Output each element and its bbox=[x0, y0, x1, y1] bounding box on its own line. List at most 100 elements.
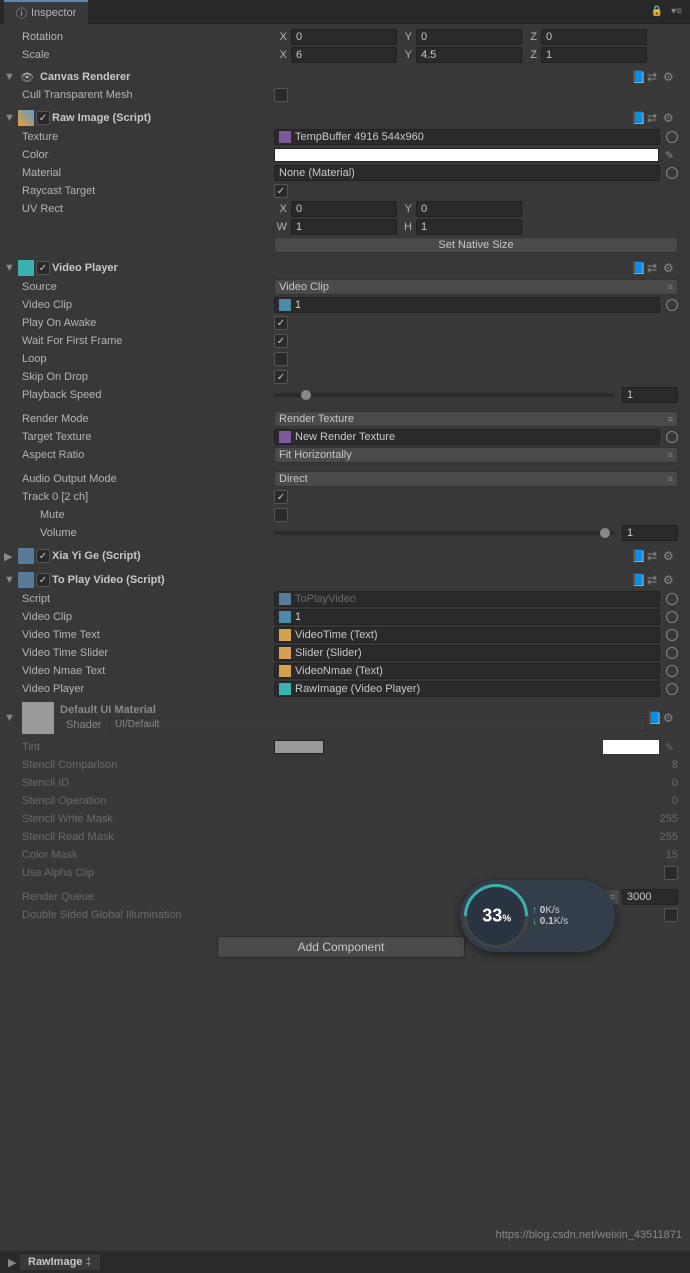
tab-menu-icon[interactable]: ▾≡ bbox=[667, 6, 686, 17]
wait-first-checkbox[interactable] bbox=[274, 334, 288, 348]
timetext-label: Video Time Text bbox=[4, 629, 274, 641]
volume-value[interactable] bbox=[622, 525, 678, 541]
aspect-dropdown[interactable]: Fit Horizontally bbox=[274, 447, 678, 463]
foldout-material[interactable]: ▼ bbox=[4, 712, 16, 724]
skip-checkbox[interactable] bbox=[274, 370, 288, 384]
source-label: Source bbox=[4, 281, 274, 293]
help-icon[interactable]: 📘 bbox=[630, 549, 646, 563]
rendermode-dropdown[interactable]: Render Texture bbox=[274, 411, 678, 427]
help-icon[interactable]: 📘 bbox=[630, 573, 646, 587]
scale-x[interactable] bbox=[291, 47, 397, 63]
gear-icon[interactable]: ⚙ bbox=[662, 261, 678, 275]
object-picker-icon[interactable] bbox=[666, 665, 678, 677]
foldout-raw-image[interactable]: ▼ bbox=[4, 112, 16, 124]
object-picker-icon[interactable] bbox=[666, 647, 678, 659]
foldout-canvas-renderer[interactable]: ▼ bbox=[4, 71, 16, 83]
script-file-icon bbox=[279, 593, 291, 605]
track-checkbox[interactable] bbox=[274, 490, 288, 504]
rotation-z[interactable] bbox=[541, 29, 647, 45]
preset-icon[interactable]: ⇄ bbox=[646, 111, 662, 125]
object-picker-icon[interactable] bbox=[666, 629, 678, 641]
readmask-label: Stencil Read Mask bbox=[4, 831, 274, 843]
cull-checkbox[interactable] bbox=[274, 88, 288, 102]
add-component-button[interactable]: Add Component bbox=[217, 936, 466, 958]
help-icon[interactable]: 📘 bbox=[646, 711, 662, 725]
timetext-field[interactable]: VideoTime (Text) bbox=[274, 627, 660, 643]
gear-icon[interactable]: ⚙ bbox=[662, 549, 678, 563]
slider-field[interactable]: Slider (Slider) bbox=[274, 645, 660, 661]
alphaclip-checkbox bbox=[664, 866, 678, 880]
lock-icon[interactable]: 🔒 bbox=[647, 6, 667, 17]
rotation-y[interactable] bbox=[416, 29, 522, 45]
audiomode-dropdown[interactable]: Direct bbox=[274, 471, 678, 487]
uvrect-x[interactable] bbox=[291, 201, 397, 217]
object-picker-icon[interactable] bbox=[666, 299, 678, 311]
object-picker-icon[interactable] bbox=[666, 593, 678, 605]
color-field[interactable] bbox=[274, 148, 659, 162]
toplay-title: To Play Video (Script) bbox=[50, 574, 165, 586]
toplay-enable[interactable] bbox=[36, 573, 50, 587]
speed-value[interactable] bbox=[622, 387, 678, 403]
preset-icon[interactable]: ⇄ bbox=[646, 573, 662, 587]
foldout-toplay[interactable]: ▼ bbox=[4, 574, 16, 586]
preset-icon[interactable]: ⇄ bbox=[646, 261, 662, 275]
gear-icon[interactable]: ⚙ bbox=[662, 573, 678, 587]
doublesided-checkbox bbox=[664, 908, 678, 922]
gear-icon[interactable]: ⚙ bbox=[662, 111, 678, 125]
help-icon[interactable]: 📘 bbox=[630, 261, 646, 275]
object-picker-icon[interactable] bbox=[666, 167, 678, 179]
stencilop-value: 0 bbox=[672, 795, 678, 807]
source-dropdown[interactable]: Video Clip bbox=[274, 279, 678, 295]
mute-checkbox[interactable] bbox=[274, 508, 288, 522]
scale-z[interactable] bbox=[541, 47, 647, 63]
shader-dropdown[interactable]: UI/Default bbox=[110, 718, 646, 732]
gear-icon[interactable]: ⚙ bbox=[662, 711, 678, 725]
foldout-preview[interactable]: ▶ bbox=[8, 1256, 20, 1269]
writemask-label: Stencil Write Mask bbox=[4, 813, 274, 825]
uvrect-y[interactable] bbox=[416, 201, 522, 217]
object-picker-icon[interactable] bbox=[666, 611, 678, 623]
foldout-xia[interactable]: ▶ bbox=[4, 550, 16, 563]
gear-icon[interactable]: ⚙ bbox=[662, 70, 678, 84]
renderq-value bbox=[622, 889, 678, 905]
play-awake-label: Play On Awake bbox=[4, 317, 274, 329]
eyedropper-icon[interactable]: ✎ bbox=[661, 149, 678, 162]
foldout-video-player[interactable]: ▼ bbox=[4, 262, 16, 274]
preset-icon[interactable]: ⇄ bbox=[646, 70, 662, 84]
raw-image-enable[interactable] bbox=[36, 111, 50, 125]
stencilid-value: 0 bbox=[672, 777, 678, 789]
player-field[interactable]: RawImage (Video Player) bbox=[274, 681, 660, 697]
raycast-checkbox[interactable] bbox=[274, 184, 288, 198]
tab-title: Inspector bbox=[31, 7, 76, 19]
volume-slider[interactable] bbox=[274, 531, 614, 535]
video-player-enable[interactable] bbox=[36, 261, 50, 275]
speed-slider[interactable] bbox=[274, 393, 614, 397]
tint-label: Tint bbox=[4, 741, 274, 753]
scale-y[interactable] bbox=[416, 47, 522, 63]
xia-enable[interactable] bbox=[36, 549, 50, 563]
help-icon[interactable]: 📘 bbox=[630, 70, 646, 84]
inspector-tab[interactable]: ⓘ Inspector bbox=[4, 0, 88, 24]
help-icon[interactable]: 📘 bbox=[630, 111, 646, 125]
preview-tab[interactable]: RawImage bbox=[20, 1254, 100, 1270]
preset-icon[interactable]: ⇄ bbox=[646, 549, 662, 563]
texture-field[interactable]: TempBuffer 4916 544x960 bbox=[274, 129, 660, 145]
uvrect-w[interactable] bbox=[291, 219, 397, 235]
loop-checkbox[interactable] bbox=[274, 352, 288, 366]
rotation-x[interactable] bbox=[291, 29, 397, 45]
uvrect-h[interactable] bbox=[416, 219, 522, 235]
renderq-label: Render Queue bbox=[4, 891, 274, 903]
nametext-field[interactable]: VideoNmae (Text) bbox=[274, 663, 660, 679]
set-native-size-button[interactable]: Set Native Size bbox=[274, 237, 678, 253]
videoclip-field[interactable]: 1 bbox=[274, 297, 660, 313]
object-picker-icon[interactable] bbox=[666, 431, 678, 443]
targettex-field[interactable]: New Render Texture bbox=[274, 429, 660, 445]
stencilid-label: Stencil ID bbox=[4, 777, 274, 789]
object-picker-icon[interactable] bbox=[666, 131, 678, 143]
object-picker-icon[interactable] bbox=[666, 683, 678, 695]
volume-label: Volume bbox=[4, 527, 274, 539]
material-field[interactable]: None (Material) bbox=[274, 165, 660, 181]
player-label: Video Player bbox=[4, 683, 274, 695]
toplay-clip-field[interactable]: 1 bbox=[274, 609, 660, 625]
play-awake-checkbox[interactable] bbox=[274, 316, 288, 330]
